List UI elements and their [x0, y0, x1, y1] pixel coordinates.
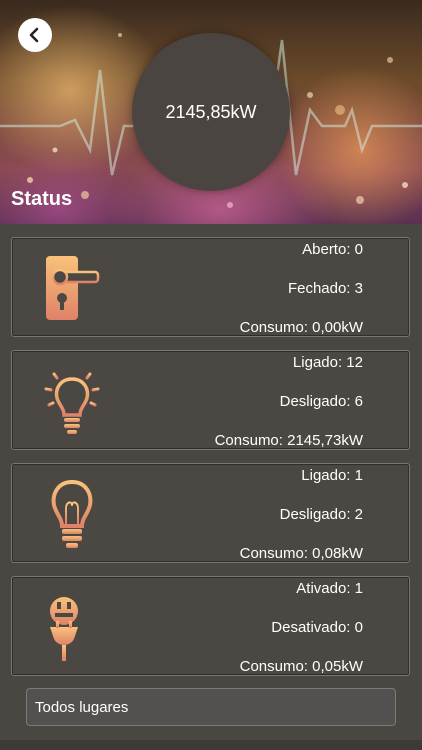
card-lights[interactable]: Ligado: 12 Desligado: 6 Consumo: 2145,73… — [11, 350, 410, 450]
plug-icon — [50, 597, 78, 661]
bulb-on-icon — [44, 365, 100, 434]
lights-on: Ligado: 12 — [292, 354, 363, 371]
page-title: Status — [11, 188, 73, 210]
bulbs-off: Desligado: 2 — [279, 506, 363, 523]
outlets-active: Ativado: 1 — [296, 580, 363, 597]
card-outlets[interactable]: Ativado: 1 Desativado: 0 Consumo: 0,05kW — [11, 576, 410, 676]
lights-consumption: Consumo: 2145,73kW — [214, 432, 363, 449]
header-banner: 2145,85kW Status — [0, 0, 422, 224]
door-handle-icon — [46, 256, 100, 320]
back-button[interactable] — [18, 18, 52, 52]
doors-consumption: Consumo: 0,00kW — [239, 319, 363, 336]
card-doors[interactable]: Aberto: 0 Fechado: 3 Consumo: 0,00kW — [11, 237, 410, 337]
doors-open: Aberto: 0 — [302, 241, 363, 258]
bulbs-on: Ligado: 1 — [301, 467, 363, 484]
total-consumption-circle: 2145,85kW — [132, 33, 290, 191]
card-bulbs[interactable]: Ligado: 1 Desligado: 2 Consumo: 0,08kW — [11, 463, 410, 563]
doors-closed: Fechado: 3 — [287, 280, 363, 297]
bulb-off-icon — [51, 479, 93, 548]
outlets-inactive: Desativado: 0 — [271, 619, 363, 636]
total-consumption-value: 2145,85kW — [165, 101, 257, 122]
lights-off: Desligado: 6 — [279, 393, 363, 410]
outlets-consumption: Consumo: 0,05kW — [239, 658, 363, 675]
bottom-bar — [0, 740, 422, 750]
location-select[interactable]: Todos lugares — [26, 688, 396, 726]
chevron-left-icon — [29, 27, 39, 43]
bulbs-consumption: Consumo: 0,08kW — [239, 545, 363, 562]
